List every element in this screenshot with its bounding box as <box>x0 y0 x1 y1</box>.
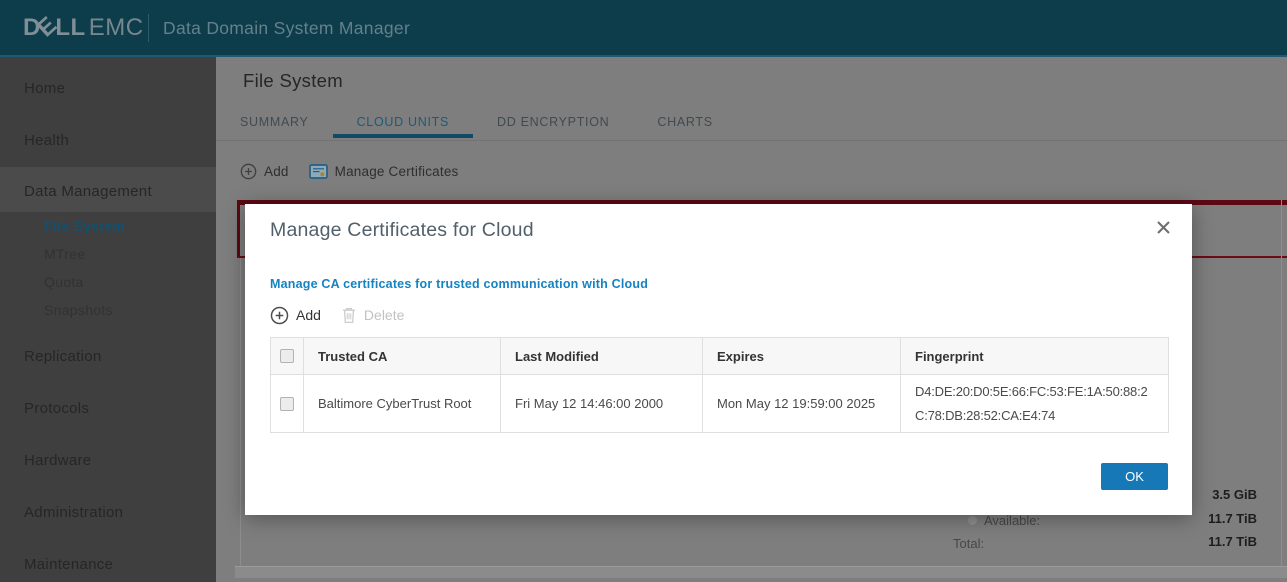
manage-certificates-dialog: Manage Certificates for Cloud Manage CA … <box>245 204 1192 515</box>
add-certificate-button[interactable]: Add <box>270 306 321 325</box>
table-header-row: Trusted CA Last Modified Expires Fingerp… <box>270 337 1169 375</box>
table-row[interactable]: Baltimore CyberTrust Root Fri May 12 14:… <box>270 374 1169 433</box>
certificates-table: Trusted CA Last Modified Expires Fingerp… <box>270 337 1169 433</box>
close-icon[interactable] <box>1154 218 1172 236</box>
page: DELL EMC Data Domain System Manager Home … <box>0 0 1287 582</box>
dialog-title: Manage Certificates for Cloud <box>270 219 534 241</box>
select-all-checkbox[interactable] <box>280 349 294 363</box>
plus-circle-icon <box>270 306 289 325</box>
col-header-trusted-ca: Trusted CA <box>303 337 501 375</box>
cell-trusted-ca: Baltimore CyberTrust Root <box>303 374 501 433</box>
cell-last-modified: Fri May 12 14:46:00 2000 <box>500 374 703 433</box>
ok-button[interactable]: OK <box>1101 463 1168 490</box>
trash-icon <box>341 306 357 324</box>
dialog-actions: Add Delete <box>270 305 404 325</box>
dialog-description: Manage CA certificates for trusted commu… <box>270 277 649 291</box>
delete-certificate-button[interactable]: Delete <box>341 306 404 324</box>
col-header-last-modified: Last Modified <box>500 337 703 375</box>
col-header-expires: Expires <box>702 337 901 375</box>
col-header-fingerprint: Fingerprint <box>900 337 1169 375</box>
cell-fingerprint: D4:DE:20:D0:5E:66:FC:53:FE:1A:50:88:2C:7… <box>900 374 1169 433</box>
cell-expires: Mon May 12 19:59:00 2025 <box>702 374 901 433</box>
row-checkbox[interactable] <box>280 396 294 411</box>
